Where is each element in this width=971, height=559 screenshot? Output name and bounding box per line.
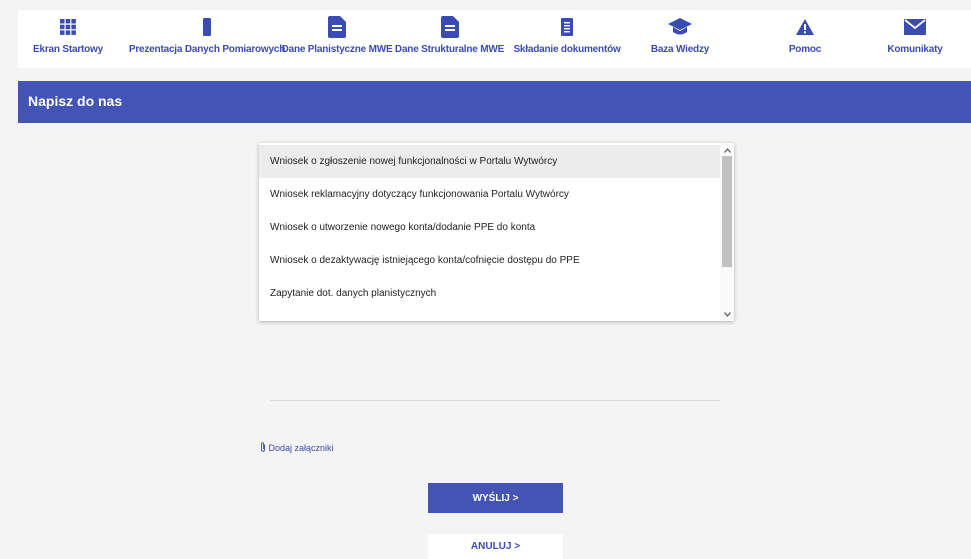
cancel-button[interactable]: ANULUJ > [428,534,563,559]
nav-label: Pomoc [788,44,822,55]
scroll-down-arrow-icon[interactable] [720,308,734,320]
page-header-banner: Napisz do nas [18,81,971,123]
nav-item-ekran-startowy[interactable]: Ekran Startowy [30,10,106,68]
add-attachments-label: Dodaj załączniki [268,443,334,453]
request-type-option[interactable]: Wniosek o utworzenie nowego konta/dodani… [259,211,720,244]
nav-item-baza-wiedzy[interactable]: Baza Wiedzy [650,10,710,68]
nav-label: Ekran Startowy [32,44,103,55]
phone-icon [202,10,212,44]
warning-icon [796,10,814,44]
request-type-option[interactable]: Wniosek reklamacyjny dotyczący funkcjono… [259,178,720,211]
nav-label: Baza Wiedzy [650,44,710,55]
document-icon [440,10,459,44]
request-type-listbox[interactable]: Wniosek o zgłoszenie nowej funkcjonalnoś… [259,143,734,321]
nav-label: Komunikaty [887,44,943,55]
form-divider [270,400,720,401]
nav-item-dane-planistyczne[interactable]: Dane Planistyczne MWE [282,10,393,68]
top-navigation: Ekran Startowy Prezentacja Danych Pomiar… [18,10,971,68]
nav-item-dane-strukturalne[interactable]: Dane Strukturalne MWE [394,10,505,68]
scroll-up-arrow-icon[interactable] [720,144,734,156]
scrollbar-thumb[interactable] [722,156,732,267]
listbox-scrollbar[interactable] [720,143,734,321]
graduation-cap-icon [668,10,692,44]
nav-label: Dane Planistyczne MWE [281,44,393,55]
page-title: Napisz do nas [28,93,123,109]
envelope-icon [904,10,926,44]
paperclip-icon [261,442,265,452]
list-document-icon [561,10,573,44]
send-button[interactable]: WYŚLIJ > [428,483,563,513]
request-type-option[interactable]: Wniosek o dezaktywację istniejącego kont… [259,244,720,277]
grid-icon [60,10,76,44]
document-icon [328,10,346,44]
nav-label: Dane Strukturalne MWE [394,44,505,55]
nav-item-skladanie-dokumentow[interactable]: Składanie dokumentów [513,10,621,68]
nav-item-prezentacja-danych[interactable]: Prezentacja Danych Pomiarowych [129,10,285,68]
request-type-option[interactable]: Wniosek o zgłoszenie nowej funkcjonalnoś… [259,145,720,178]
nav-label: Prezentacja Danych Pomiarowych [128,44,286,55]
add-attachments-link[interactable]: Dodaj załączniki [260,442,334,453]
nav-item-pomoc[interactable]: Pomoc [785,10,825,68]
request-type-option[interactable]: Zapytanie dot. danych planistycznych [259,277,720,310]
nav-label: Składanie dokumentów [513,44,621,55]
nav-item-komunikaty[interactable]: Komunikaty [884,10,946,68]
